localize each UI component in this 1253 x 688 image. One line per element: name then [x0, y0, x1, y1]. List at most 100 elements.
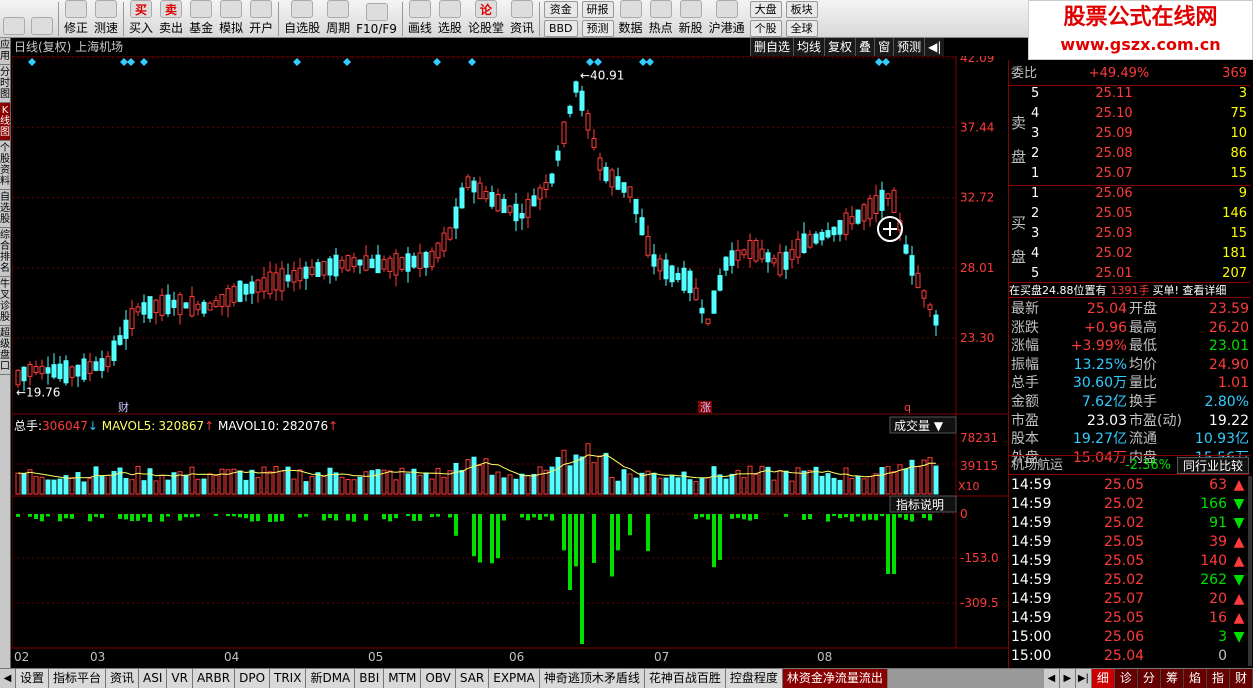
indicator-tab[interactable]: OBV	[421, 669, 456, 688]
f10-button[interactable]: F10/F9	[353, 0, 400, 38]
forum-button[interactable]: 论论股堂	[465, 0, 507, 38]
speaker-icon[interactable]: ◀|	[924, 38, 945, 56]
draw-icon	[408, 0, 431, 18]
indicator-tab[interactable]: BBI	[355, 669, 385, 688]
panel-tab[interactable]: 分	[1137, 669, 1161, 688]
draw-button[interactable]: 画线	[405, 0, 435, 38]
stat-value: 19.22	[1208, 412, 1249, 429]
level-number: 3	[1031, 126, 1040, 141]
toolbar-mini-button[interactable]: 板块	[785, 1, 818, 18]
indicator-tab[interactable]: 神奇逃顶木矛盾线	[539, 669, 645, 688]
chart-tool-button[interactable]: 均线	[793, 38, 825, 56]
left-tab-4[interactable]: 自选股	[0, 190, 10, 228]
level-price: 25.09	[1095, 126, 1133, 141]
candle-body	[783, 251, 789, 270]
indicator-bar	[94, 514, 98, 517]
fund-button[interactable]: 基金	[186, 0, 216, 38]
indicator-tab[interactable]: TRIX	[270, 669, 307, 688]
toolbar-mini-button[interactable]: BBD	[543, 20, 578, 37]
panel-tab[interactable]: 财	[1229, 669, 1253, 688]
arrow-updown-button[interactable]	[28, 0, 56, 38]
panel-tab[interactable]: 诊	[1114, 669, 1138, 688]
big-order-notice[interactable]: 在买盘24.88位置有 1391手 买单! 查看详细	[1009, 282, 1250, 298]
panel-tab[interactable]: 焰	[1183, 669, 1207, 688]
toolbar-mini-button[interactable]: 资金	[543, 1, 578, 18]
candle-body	[621, 182, 627, 193]
indicator-tab[interactable]: 花神百战百胜	[644, 669, 726, 688]
candle-body	[777, 252, 783, 276]
news-button[interactable]: 资讯	[507, 0, 537, 38]
volume-bar	[45, 479, 51, 495]
nav-arrow-icon[interactable]: ▶|	[1075, 669, 1092, 688]
left-tab-0[interactable]: 应用	[0, 38, 10, 65]
candle-body	[261, 277, 267, 292]
toolbar-mini-button[interactable]: 全球	[785, 20, 818, 37]
indicator-tab[interactable]: 资讯	[106, 669, 140, 688]
indicator-tab[interactable]: MTM	[384, 669, 422, 688]
panel-tab[interactable]: 细	[1091, 669, 1115, 688]
chart-tool-button[interactable]: 删自选	[750, 38, 794, 56]
arrow-left-button[interactable]	[0, 0, 28, 38]
indicator-bar	[40, 514, 44, 522]
indicator-tick: 0	[960, 507, 968, 521]
panel-tab[interactable]: 筹	[1160, 669, 1184, 688]
indicator-tab[interactable]: 新DMA	[306, 669, 356, 688]
ipo-button[interactable]: 新股	[676, 0, 706, 38]
panel-tab[interactable]: 指	[1206, 669, 1230, 688]
volume-tick: 39115	[960, 459, 998, 473]
toolbar-mini-button[interactable]: 研报	[581, 1, 614, 18]
indicator-bar	[808, 514, 812, 520]
indicator-bar	[892, 514, 896, 574]
indicator-tab[interactable]: ARBR	[192, 669, 236, 688]
chart-tool-button[interactable]: 叠	[855, 38, 875, 56]
tick-volume: 20	[1209, 591, 1227, 607]
level-number: 4	[1031, 246, 1040, 261]
pe-button[interactable]: 数据	[616, 0, 646, 38]
left-tab-7[interactable]: 超级盘口	[0, 326, 10, 375]
cycle-icon	[327, 0, 350, 18]
hammer-button[interactable]: 模拟	[216, 0, 246, 38]
star-button[interactable]: 自选股	[281, 0, 323, 38]
chart-tool-button[interactable]: 复权	[824, 38, 856, 56]
indicator-tab[interactable]: SAR	[455, 669, 490, 688]
ticks-scrollbar[interactable]	[1248, 476, 1252, 666]
indicator-bar	[412, 514, 416, 521]
hk-button[interactable]: 沪港通	[706, 0, 748, 38]
buy-button[interactable]: 买买入	[126, 0, 156, 38]
indicator-tab[interactable]: EXPMA	[489, 669, 540, 688]
select-button[interactable]: 选股	[435, 0, 465, 38]
modify-button[interactable]: 修正	[61, 0, 91, 38]
nav-left-icon[interactable]: ◀	[0, 669, 16, 688]
left-tab-2[interactable]: K线图	[0, 103, 10, 141]
indicator-tab[interactable]: 控盘程度	[725, 669, 783, 688]
indicator-tab[interactable]: VR	[167, 669, 193, 688]
briefcase-button[interactable]: 开户	[246, 0, 276, 38]
cycle-button[interactable]: 周期	[323, 0, 353, 38]
toolbar-mini-button[interactable]: 预测	[581, 20, 614, 37]
level-volume: 207	[1222, 266, 1247, 281]
indicator-tab[interactable]: 林资金净流量流出	[782, 669, 888, 688]
chart-tool-button[interactable]: 窗	[874, 38, 894, 56]
sell-button[interactable]: 卖卖出	[156, 0, 186, 38]
left-tab-6[interactable]: 牛叉诊股	[0, 277, 10, 326]
nav-arrow-icon[interactable]: ◀	[1043, 669, 1060, 688]
candle-body	[423, 251, 429, 268]
indicator-tab[interactable]: DPO	[235, 669, 271, 688]
indicator-tab[interactable]: ASI	[139, 669, 168, 688]
diamond-marker	[639, 58, 647, 66]
hot-button[interactable]: 热点	[646, 0, 676, 38]
toolbar-mini-button[interactable]: 个股	[749, 20, 782, 37]
indicator-tab[interactable]: 设置	[16, 669, 50, 688]
clock-button[interactable]: 测速	[91, 0, 121, 38]
sector-compare-button[interactable]: 同行业比较	[1177, 457, 1249, 474]
toolbar-mini-button[interactable]: 大盘	[749, 1, 782, 18]
left-tab-1[interactable]: 分时图	[0, 65, 10, 103]
indicator-tab[interactable]: 指标平台	[49, 669, 107, 688]
kline-chart[interactable]: 42.09 37.44 32.72 28.01 23.30 ←40.91 ←19.76 财 涨 q…	[12, 56, 1008, 666]
nav-arrow-icon[interactable]: ▶	[1059, 669, 1076, 688]
left-tab-5[interactable]: 综合排名	[0, 228, 10, 277]
volume-bar	[651, 472, 657, 495]
left-tab-3[interactable]: 个股资料	[0, 141, 10, 190]
volume-bar	[303, 481, 309, 495]
chart-tool-button[interactable]: 预测	[893, 38, 925, 56]
